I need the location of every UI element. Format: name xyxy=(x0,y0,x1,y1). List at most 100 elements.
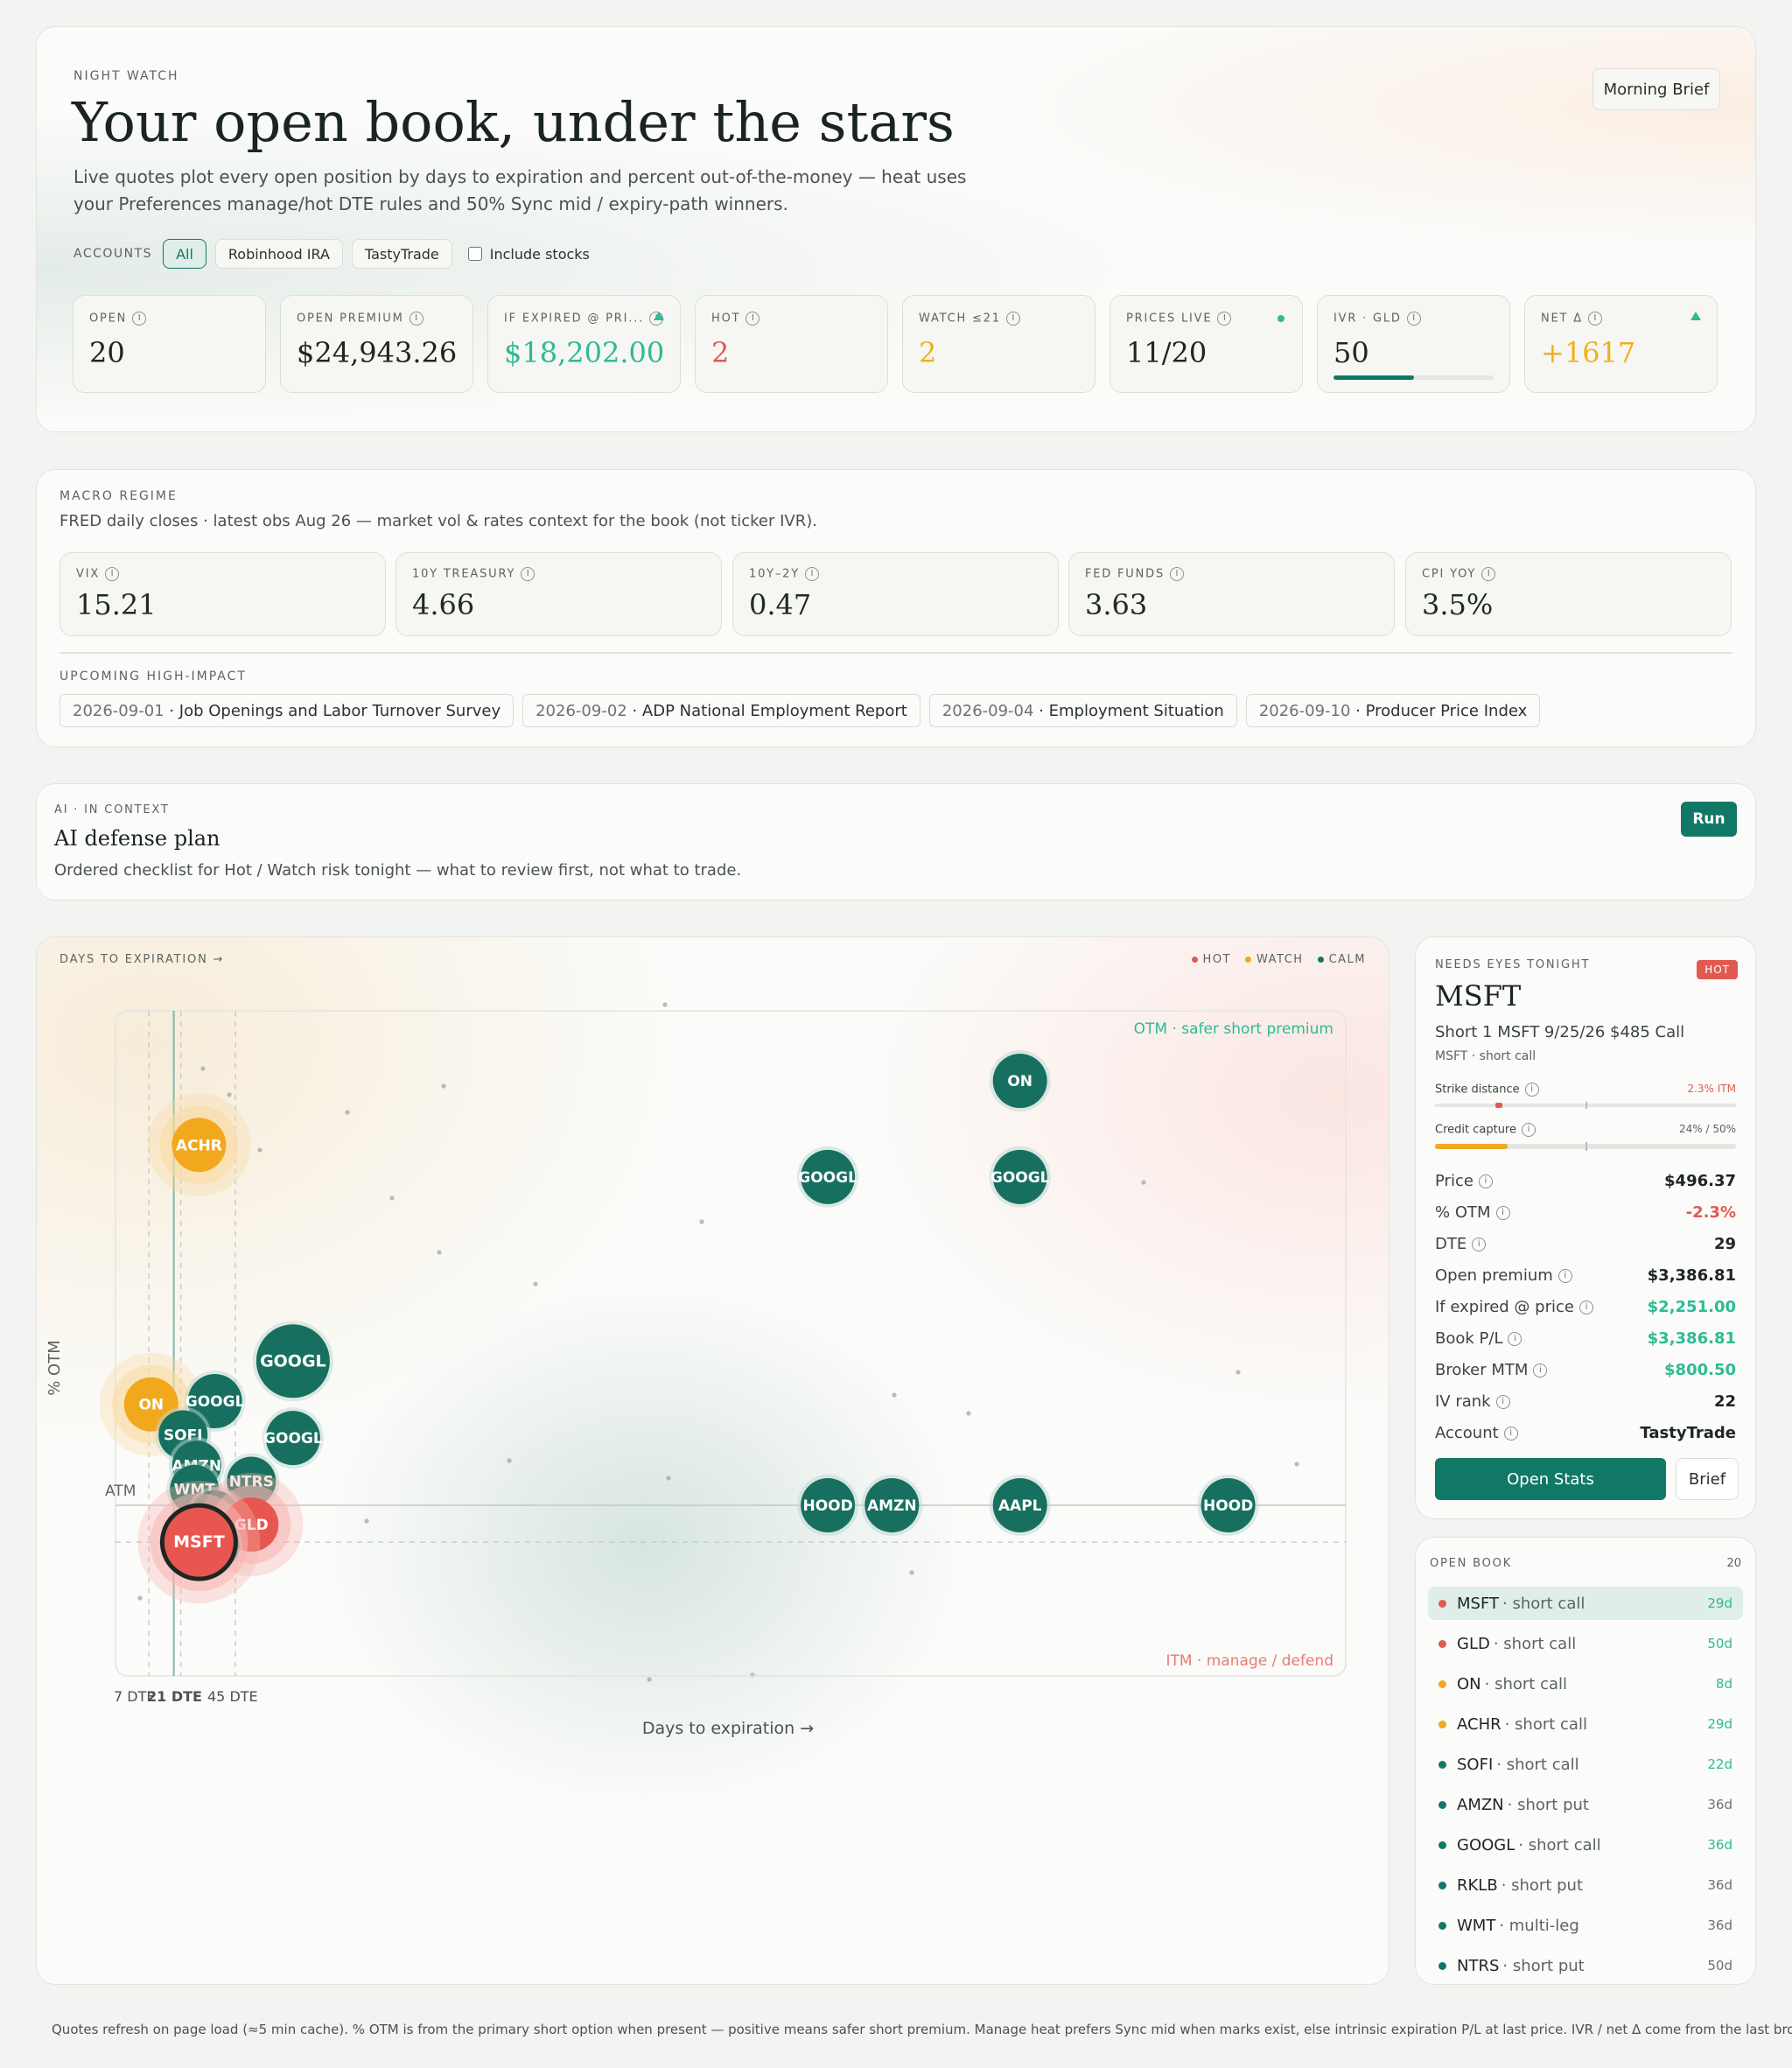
open-book-item[interactable]: RKLB · short put 36d xyxy=(1428,1868,1743,1902)
detail-row-label: Open premium i xyxy=(1435,1266,1572,1285)
info-icon[interactable]: i xyxy=(1587,312,1602,326)
account-chip-tastytrade[interactable]: TastyTrade xyxy=(351,239,452,269)
detail-row: IV rank i 22 xyxy=(1435,1392,1736,1411)
ai-card: AI · IN CONTEXT AI defense plan Ordered … xyxy=(36,783,1756,901)
footer-note: Quotes refresh on page load (≈5 min cach… xyxy=(52,2022,1792,2037)
detail-row: Account i TastyTrade xyxy=(1435,1424,1736,1442)
item-symbol: RKLB xyxy=(1457,1875,1498,1895)
strike-track xyxy=(1435,1102,1736,1109)
event-chip[interactable]: 2026-09-01 · Job Openings and Labor Turn… xyxy=(60,694,514,727)
info-icon[interactable]: i xyxy=(1495,1395,1510,1409)
open-book-item[interactable]: GLD · short call 50d xyxy=(1428,1627,1743,1660)
info-icon[interactable]: i xyxy=(1478,1174,1493,1188)
open-book-item[interactable]: ON · short call 8d xyxy=(1428,1667,1743,1700)
info-icon[interactable]: i xyxy=(1524,1083,1539,1097)
item-kind: · short call xyxy=(1493,1634,1577,1653)
item-symbol: GOOGL xyxy=(1457,1835,1516,1854)
open-book-item[interactable]: WMT · multi-leg 36d xyxy=(1428,1909,1743,1942)
ivr-progress-track xyxy=(1334,375,1494,380)
morning-brief-button[interactable]: Morning Brief xyxy=(1592,68,1720,110)
stat-value: $24,943.26 xyxy=(297,336,458,369)
detail-row-value: $800.50 xyxy=(1664,1361,1736,1379)
item-dte: 36d xyxy=(1707,1797,1732,1812)
info-icon[interactable]: i xyxy=(1481,567,1496,581)
stat-value: 50 xyxy=(1334,336,1369,369)
heat-dot-icon xyxy=(1438,1599,1446,1608)
heat-dot-icon xyxy=(1438,1921,1446,1930)
heat-dot-icon xyxy=(1438,1840,1446,1849)
heat-dot-icon xyxy=(1438,1720,1446,1728)
event-date: 2026-09-02 xyxy=(536,701,627,720)
star-dot xyxy=(647,1677,652,1682)
star-dot xyxy=(666,1476,671,1481)
star-dot xyxy=(137,1595,143,1601)
event-chip[interactable]: 2026-09-04 · Employment Situation xyxy=(928,694,1237,727)
scatter-plot: OTM · safer short premium ITM · manage / … xyxy=(46,1002,1347,1738)
info-icon[interactable]: i xyxy=(1406,312,1421,326)
info-icon[interactable]: i xyxy=(1170,567,1185,581)
detail-row-value: $2,251.00 xyxy=(1647,1298,1736,1316)
open-book-item[interactable]: GOOGL · short call 36d xyxy=(1428,1828,1743,1861)
star-dot xyxy=(441,1083,446,1089)
macro-title: MACRO REGIME xyxy=(60,489,178,503)
heat-dot-icon xyxy=(1438,1639,1446,1648)
info-icon[interactable]: i xyxy=(1533,1363,1548,1377)
open-stats-button[interactable]: Open Stats xyxy=(1435,1458,1666,1500)
event-date: 2026-09-04 xyxy=(942,701,1034,720)
stat-label: NET Δ xyxy=(1541,312,1583,326)
item-kind: · short call xyxy=(1504,1714,1587,1734)
item-symbol: ACHR xyxy=(1457,1714,1502,1734)
event-chip[interactable]: 2026-09-02 · ADP National Employment Rep… xyxy=(522,694,920,727)
item-dte: 50d xyxy=(1707,1636,1732,1651)
open-book-item[interactable]: ACHR · short call 29d xyxy=(1428,1707,1743,1741)
item-dte: 36d xyxy=(1707,1917,1732,1933)
info-icon[interactable]: i xyxy=(409,312,424,326)
dte-tick-label: 45 DTE xyxy=(207,1688,258,1705)
detail-eyebrow: NEEDS EYES TONIGHT xyxy=(1435,958,1591,971)
info-icon[interactable]: i xyxy=(1503,1427,1518,1441)
open-book-card: OPEN BOOK 20 MSFT · short call 29d GLD · sho… xyxy=(1415,1537,1756,1985)
info-icon[interactable]: i xyxy=(1522,1123,1536,1137)
run-button[interactable]: Run xyxy=(1681,802,1737,837)
detail-row: DTE i 29 xyxy=(1435,1235,1736,1253)
stat-value: 20 xyxy=(89,336,125,369)
event-chip[interactable]: 2026-09-10 · Producer Price Index xyxy=(1245,694,1541,727)
include-stocks-label: Include stocks xyxy=(489,245,590,263)
divider xyxy=(60,652,1732,654)
subtitle-line: Live quotes plot every open position by … xyxy=(74,166,967,187)
account-chip-robinhood[interactable]: Robinhood IRA xyxy=(214,239,343,269)
strike-distance: Strike distance i 2.3% ITM xyxy=(1435,1083,1736,1109)
info-icon[interactable]: i xyxy=(805,567,819,581)
detail-row-value: $3,386.81 xyxy=(1647,1329,1736,1348)
info-icon[interactable]: i xyxy=(746,312,760,326)
info-icon[interactable]: i xyxy=(1508,1332,1522,1346)
open-book-item[interactable]: AMZN · short put 36d xyxy=(1428,1788,1743,1821)
info-icon[interactable]: i xyxy=(1005,312,1020,326)
info-icon[interactable]: i xyxy=(1495,1206,1510,1220)
credit-target-line xyxy=(1586,1142,1587,1151)
brief-button[interactable]: Brief xyxy=(1676,1458,1739,1500)
info-icon[interactable]: i xyxy=(1558,1269,1572,1283)
ai-desc: Ordered checklist for Hot / Watch risk t… xyxy=(54,861,742,880)
detail-row-label: DTE i xyxy=(1435,1235,1487,1253)
trend-up-icon xyxy=(654,312,664,320)
info-icon[interactable]: i xyxy=(105,567,120,581)
account-chip-all[interactable]: All xyxy=(163,239,206,269)
info-icon[interactable]: i xyxy=(1472,1237,1487,1251)
open-book-item[interactable]: SOFI · short call 22d xyxy=(1428,1748,1743,1781)
info-icon[interactable]: i xyxy=(521,567,536,581)
event-date: 2026-09-10 xyxy=(1258,701,1351,720)
item-dte: 36d xyxy=(1707,1837,1732,1853)
credit-label: Credit capture xyxy=(1435,1123,1516,1137)
stat-label: PRICES LIVE xyxy=(1126,312,1213,326)
info-icon[interactable]: i xyxy=(1578,1300,1593,1314)
open-book-item[interactable]: MSFT · short call 29d xyxy=(1428,1587,1743,1620)
stat-value: 3.63 xyxy=(1085,588,1148,621)
include-stocks-checkbox[interactable] xyxy=(467,247,482,261)
include-stocks-toggle[interactable]: Include stocks xyxy=(467,245,590,263)
info-icon[interactable]: i xyxy=(132,312,147,326)
info-icon[interactable]: i xyxy=(1217,312,1232,326)
heat-dot-icon xyxy=(1438,1961,1446,1970)
open-book-item[interactable]: NTRS · short put 50d xyxy=(1428,1949,1743,1982)
events-list: 2026-09-01 · Job Openings and Labor Turn… xyxy=(60,694,1549,727)
